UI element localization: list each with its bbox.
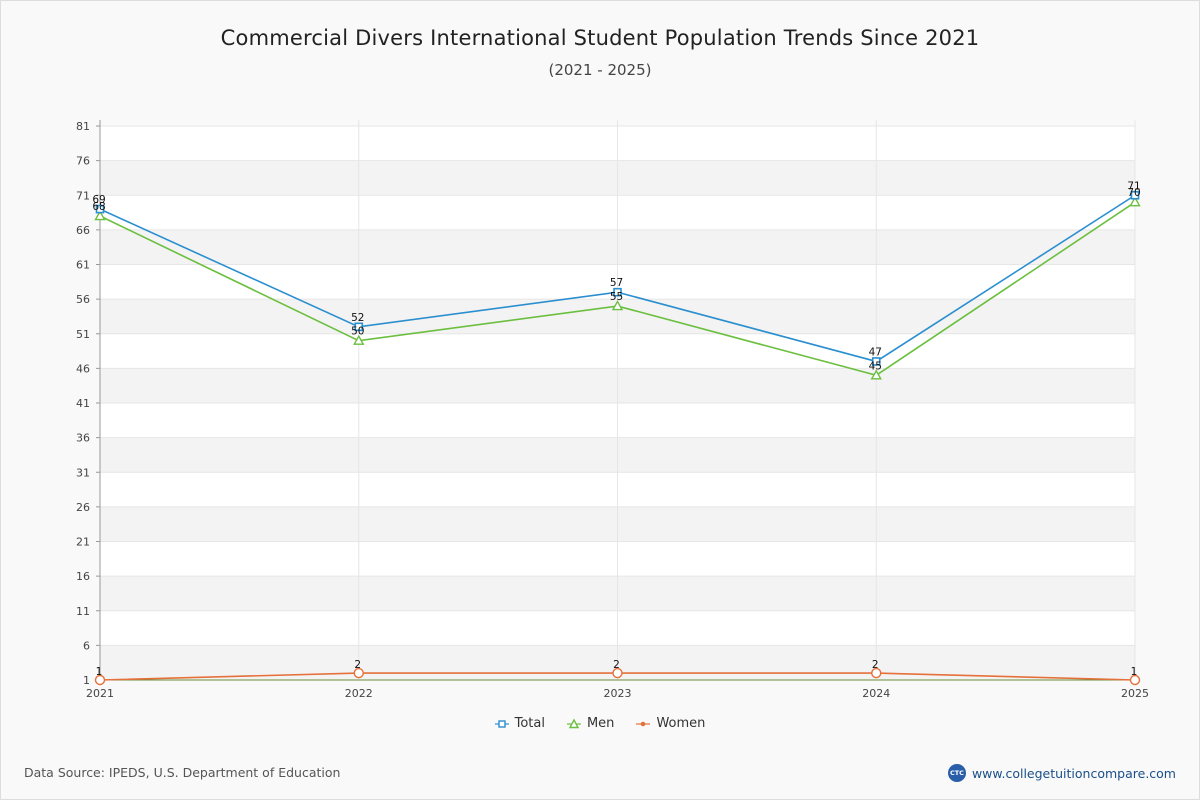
data-label-men: 70 [1127, 187, 1140, 199]
x-tick-label: 2024 [862, 687, 890, 700]
legend-item-women[interactable]: Women [636, 716, 705, 731]
y-tick-label: 31 [76, 466, 90, 479]
brand-link[interactable]: CTC www.collegetuitioncompare.com [947, 764, 1176, 782]
legend-item-total[interactable]: Total [494, 716, 545, 731]
data-label-men: 50 [351, 326, 364, 338]
chart-legend: Total Men Women [0, 716, 1200, 731]
x-tick-label: 2021 [86, 687, 114, 700]
y-tick-label: 41 [76, 397, 90, 410]
y-tick-label: 36 [76, 432, 90, 445]
y-tick-label: 11 [76, 605, 90, 618]
y-tick-label: 46 [76, 362, 90, 375]
y-tick-label: 56 [76, 293, 90, 306]
brand-url: www.collegetuitioncompare.com [971, 765, 1176, 781]
legend-label: Women [656, 716, 706, 731]
data-label-men: 45 [869, 360, 882, 372]
y-tick-label: 71 [76, 189, 90, 202]
data-label-women: 2 [872, 659, 879, 671]
y-tick-label: 26 [76, 501, 90, 514]
data-label-women: 1 [1131, 666, 1138, 678]
brand-logo-icon: CTC [947, 764, 966, 782]
data-label-women: 2 [613, 659, 620, 671]
legend-marker-total-icon [494, 719, 509, 728]
data-label-men: 68 [92, 201, 105, 213]
line-chart: 161116212631364146515661667176812021 2022… [76, 120, 1149, 700]
data-label-women: 1 [96, 666, 103, 678]
legend-marker-men-icon [566, 718, 581, 728]
legend-label: Men [586, 716, 615, 731]
x-tick-label: 2022 [345, 687, 373, 700]
data-label-total: 47 [869, 346, 882, 358]
data-label-men: 55 [610, 291, 623, 303]
y-tick-label: 1 [83, 674, 90, 687]
y-tick-label: 76 [76, 155, 90, 168]
y-tick-label: 66 [76, 224, 90, 237]
y-tick-label: 51 [76, 328, 90, 341]
legend-label: Total [514, 716, 545, 731]
legend-item-men[interactable]: Men [566, 716, 615, 731]
legend-marker-women-icon [636, 721, 651, 726]
y-tick-label: 6 [83, 639, 90, 652]
y-tick-label: 81 [76, 120, 90, 133]
x-tick-label: 2025 [1121, 687, 1149, 700]
x-tick-label: 2023 [604, 687, 632, 700]
y-tick-label: 21 [76, 536, 90, 549]
y-tick-label: 61 [76, 259, 90, 272]
data-source: Data Source: IPEDS, U.S. Department of E… [24, 765, 341, 780]
data-label-total: 52 [351, 312, 364, 324]
data-label-total: 57 [610, 277, 623, 289]
y-tick-label: 16 [76, 570, 90, 583]
data-label-women: 2 [354, 659, 361, 671]
